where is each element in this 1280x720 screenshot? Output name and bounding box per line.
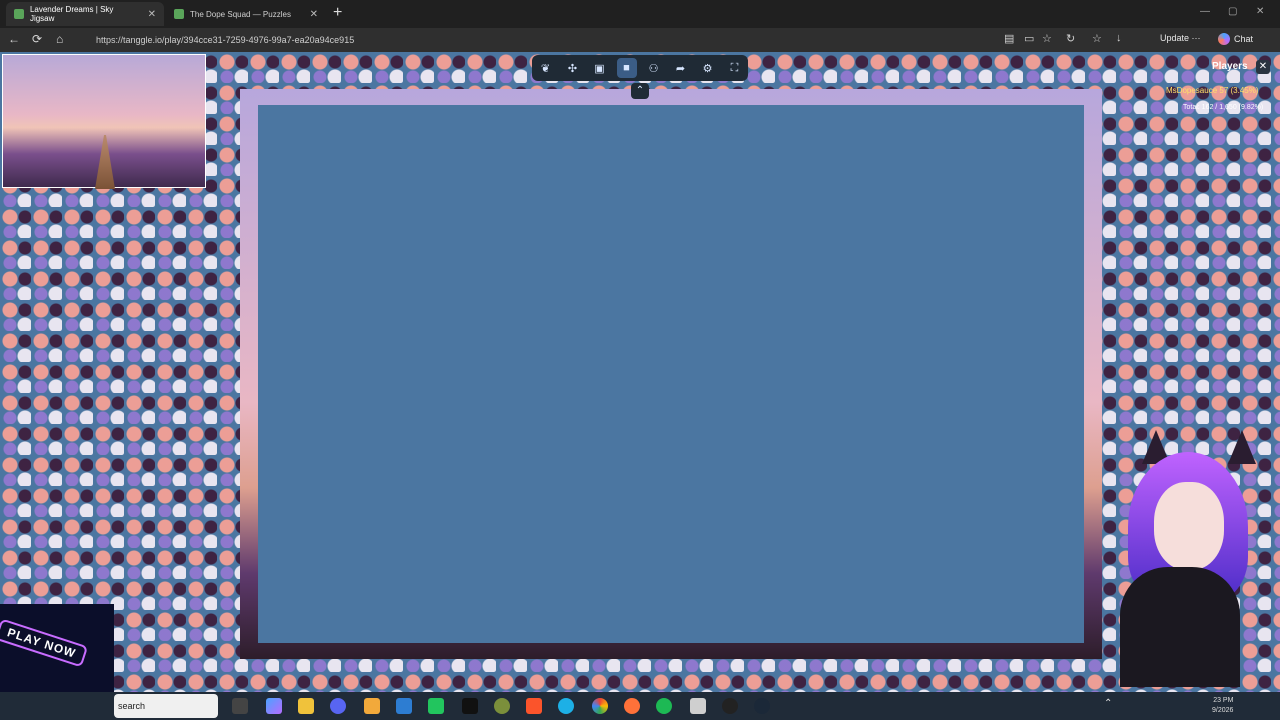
update-button[interactable]: Update ···: [1160, 33, 1201, 43]
refresh-extension-icon[interactable]: ↻: [1066, 32, 1075, 45]
reference-image[interactable]: [2, 54, 206, 189]
puzzle-stage[interactable]: ❦ ✣ ▣ ■ ⚇ ➦ ⚙ ⛶ ⌃ Players ✕ MsDopesauce …: [0, 52, 1280, 692]
reload-icon[interactable]: ⟳: [32, 32, 42, 46]
copilot-icon: [1218, 33, 1230, 45]
discord-icon[interactable]: [330, 698, 346, 714]
puzzle-piece-icon[interactable]: ✣: [563, 58, 583, 78]
task-view-icon[interactable]: [232, 698, 248, 714]
taskbar-search[interactable]: search: [114, 694, 218, 718]
cat-ear-right: [1228, 430, 1256, 464]
player-row: MsDopesauce 57 (3.45%): [1166, 86, 1259, 95]
maximize-icon[interactable]: ▢: [1228, 6, 1237, 17]
browser-tabbar: Lavender Dreams | Sky Jigsaw ✕ The Dope …: [0, 0, 1280, 28]
edge-icon[interactable]: [558, 698, 574, 714]
share-icon[interactable]: ➦: [671, 58, 691, 78]
tab-dope-squad[interactable]: The Dope Squad — Puzzles ✕: [166, 2, 326, 26]
lavender-path: [95, 135, 115, 189]
avatar-body: [1120, 567, 1240, 687]
spotify-icon[interactable]: [656, 698, 672, 714]
avatar-face: [1154, 482, 1224, 570]
copilot-taskbar-icon[interactable]: [266, 698, 282, 714]
play-now-overlay: PLAY NOW: [0, 604, 114, 692]
app-icon[interactable]: [690, 698, 706, 714]
close-players-icon[interactable]: ✕: [1256, 60, 1270, 74]
tray-overflow-icon[interactable]: ⌃: [1104, 698, 1120, 714]
steam-icon[interactable]: [754, 698, 770, 714]
fullscreen-icon[interactable]: ⛶: [725, 58, 745, 78]
app-icon[interactable]: [722, 698, 738, 714]
browser-navbar: ← ⟳ ⌂ https://tanggle.io/play/394cce31-7…: [0, 28, 1280, 76]
puzzle-board-empty-area[interactable]: [258, 105, 1084, 643]
close-tab-icon[interactable]: ✕: [140, 9, 156, 20]
minimize-icon[interactable]: —: [1200, 6, 1210, 17]
tanggle-favicon-icon: [174, 9, 184, 19]
players-title: Players: [1212, 61, 1248, 72]
app-icon[interactable]: [364, 698, 380, 714]
chrome-icon[interactable]: [592, 698, 608, 714]
settings-icon[interactable]: ⚙: [698, 58, 718, 78]
taskbar-clock[interactable]: 23 PM 9/2026: [1212, 696, 1233, 716]
players-icon[interactable]: ⚇: [644, 58, 664, 78]
collapse-toolbar-icon[interactable]: ⌃: [631, 83, 649, 99]
reader-icon[interactable]: ▭: [1024, 32, 1034, 45]
tab-lavender-dreams[interactable]: Lavender Dreams | Sky Jigsaw ✕: [6, 2, 164, 26]
background-icon[interactable]: ■: [616, 58, 637, 78]
home-icon[interactable]: ⌂: [56, 32, 63, 46]
puzzle-board[interactable]: [240, 89, 1102, 659]
app-icon[interactable]: [428, 698, 444, 714]
favorite-star-icon[interactable]: ☆: [1042, 32, 1052, 45]
leaf-icon[interactable]: ❦: [536, 58, 556, 78]
new-tab-button[interactable]: +: [333, 4, 342, 22]
puzzle-toolbar: ❦ ✣ ▣ ■ ⚇ ➦ ⚙ ⛶: [532, 55, 748, 81]
tanggle-favicon-icon: [14, 9, 24, 19]
downloads-icon[interactable]: ↓: [1116, 32, 1122, 44]
firefox-icon[interactable]: [624, 698, 640, 714]
split-screen-icon[interactable]: ▤: [1004, 32, 1014, 45]
vtuber-avatar-overlay: [1100, 412, 1270, 692]
taskbar: search ⌃ 23 PM 9/2026: [0, 692, 1280, 720]
address-bar[interactable]: https://tanggle.io/play/394cce31-7259-49…: [80, 30, 990, 50]
close-tab-icon[interactable]: ✕: [302, 9, 318, 20]
app-icon[interactable]: [396, 698, 412, 714]
favorites-icon[interactable]: ☆: [1092, 32, 1102, 45]
app-icon[interactable]: [494, 698, 510, 714]
brave-icon[interactable]: [526, 698, 542, 714]
close-window-icon[interactable]: ✕: [1256, 6, 1264, 17]
chat-button[interactable]: Chat: [1218, 33, 1253, 45]
app-icon[interactable]: [462, 698, 478, 714]
total-progress: Total: 162 / 1,650 (9.82%): [1183, 104, 1264, 111]
back-icon[interactable]: ←: [8, 32, 20, 46]
image-icon[interactable]: ▣: [590, 58, 610, 78]
file-explorer-icon[interactable]: [298, 698, 314, 714]
